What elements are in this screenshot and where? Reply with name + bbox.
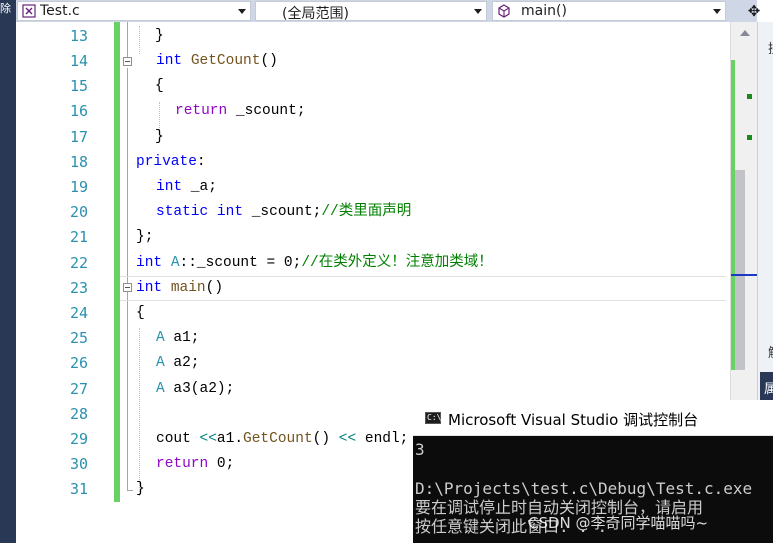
line-number: 16 bbox=[69, 102, 88, 120]
solution-explorer-edge[interactable]: 除 bbox=[0, 0, 16, 543]
file-dropdown[interactable]: Test.c bbox=[17, 1, 251, 21]
panel-tab-search[interactable]: 搜 bbox=[768, 38, 773, 57]
line-number: 31 bbox=[69, 480, 88, 498]
file-dropdown-label: Test.c bbox=[40, 3, 80, 19]
line-number: 18 bbox=[69, 153, 88, 171]
line-number: 13 bbox=[69, 27, 88, 45]
watermark: CSDN @李奇同学喵喵吗~ bbox=[528, 514, 709, 532]
console-output-line: 3 bbox=[415, 440, 425, 459]
line-number: 22 bbox=[69, 254, 88, 272]
code-line: 18 private: bbox=[38, 150, 730, 175]
scroll-up-icon[interactable] bbox=[740, 30, 750, 36]
console-output-line: D:\Projects\test.c\Debug\Test.c.exe bbox=[415, 479, 753, 498]
line-number: 15 bbox=[69, 77, 88, 95]
line-number: 19 bbox=[69, 178, 88, 196]
code-line: 24 { bbox=[38, 301, 730, 326]
code-line: 26 A a2; bbox=[38, 351, 730, 376]
line-number: 23 bbox=[69, 279, 88, 297]
chevron-down-icon bbox=[474, 9, 482, 14]
left-strip-glyph: 除 bbox=[0, 2, 11, 15]
line-number: 24 bbox=[69, 304, 88, 322]
code-line: 23 int main() bbox=[38, 276, 730, 301]
map-marker bbox=[747, 135, 752, 140]
code-line: 14 int GetCount() bbox=[38, 49, 730, 74]
panel-tab-properties-label: 属 bbox=[764, 382, 773, 397]
code-line: 25 A a1; bbox=[38, 326, 730, 351]
line-number: 29 bbox=[69, 430, 88, 448]
caret-position-marker bbox=[731, 274, 758, 276]
line-number: 21 bbox=[69, 228, 88, 246]
map-marker bbox=[747, 94, 752, 99]
console-app-icon: C:\ bbox=[425, 412, 442, 424]
code-line: 22 int A::_scount = 0;//在类外定义！注意加类域！ bbox=[38, 251, 730, 276]
line-number: 30 bbox=[69, 455, 88, 473]
code-line: 19 int _a; bbox=[38, 175, 730, 200]
line-number: 28 bbox=[69, 405, 88, 423]
code-line: 20 static int _scount;//类里面声明 bbox=[38, 200, 730, 225]
console-title: Microsoft Visual Studio 调试控制台 bbox=[448, 411, 699, 429]
scope-dropdown[interactable]: (全局范围) bbox=[255, 1, 487, 22]
panel-tab-properties[interactable]: 属 bbox=[760, 372, 773, 400]
line-number: 20 bbox=[69, 203, 88, 221]
member-dropdown-label: main() bbox=[521, 3, 567, 19]
scroll-thumb[interactable] bbox=[735, 170, 745, 370]
navigation-bar: Test.c (全局范围) main() ✥ bbox=[16, 0, 760, 22]
line-number: 14 bbox=[69, 52, 88, 70]
panel-tab-solution[interactable]: 解 bbox=[768, 342, 773, 361]
line-number: 26 bbox=[69, 354, 88, 372]
code-line: 15 { bbox=[38, 74, 730, 99]
console-title-bar[interactable]: C:\ Microsoft Visual Studio 调试控制台 bbox=[413, 400, 773, 436]
line-number: 17 bbox=[69, 128, 88, 146]
chevron-down-icon bbox=[713, 9, 721, 14]
member-dropdown[interactable]: main() bbox=[492, 1, 726, 21]
code-line: 17 } bbox=[38, 125, 730, 150]
code-line: 13 } bbox=[38, 24, 730, 49]
chevron-down-icon bbox=[238, 9, 246, 14]
method-cube-icon bbox=[498, 4, 510, 18]
line-number: 27 bbox=[69, 380, 88, 398]
project-icon bbox=[22, 4, 36, 18]
split-window-icon[interactable]: ✥ bbox=[743, 1, 765, 21]
code-line: 21 }; bbox=[38, 225, 730, 250]
line-number: 25 bbox=[69, 329, 88, 347]
code-line: 27 A a3(a2); bbox=[38, 377, 730, 402]
scope-dropdown-label: (全局范围) bbox=[282, 6, 349, 22]
code-line: 16 return _scount; bbox=[38, 99, 730, 124]
